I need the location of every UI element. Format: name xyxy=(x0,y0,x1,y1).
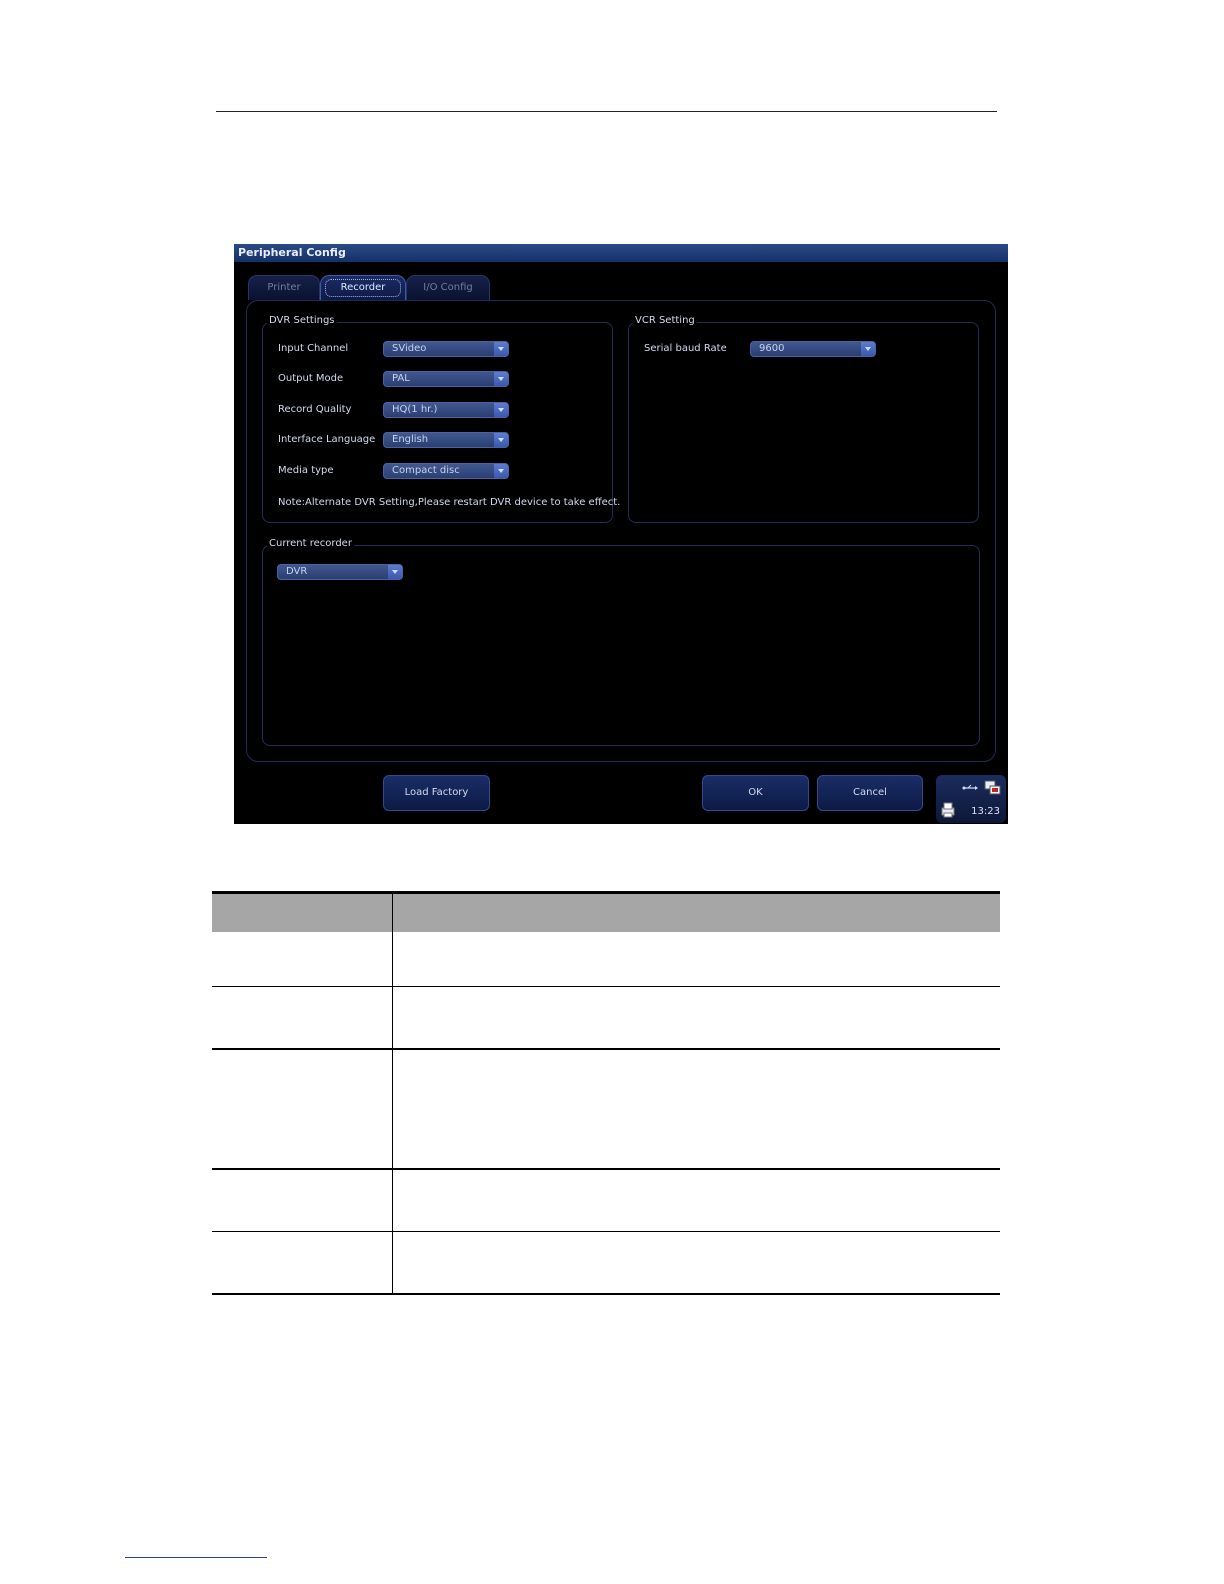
interface-language-label: Interface Language xyxy=(278,434,376,445)
system-tray: 13:23 xyxy=(936,775,1006,823)
network-icon xyxy=(984,780,1001,795)
interface-language-select[interactable]: English xyxy=(383,432,509,448)
tab-io-config-label: I/O Config xyxy=(423,282,473,293)
output-mode-value: PAL xyxy=(392,373,410,384)
vcr-setting-title: VCR Setting xyxy=(633,315,697,326)
current-recorder-value: DVR xyxy=(286,566,308,577)
chevron-down-icon[interactable] xyxy=(494,464,508,478)
table-row xyxy=(212,932,1000,987)
serial-baud-rate-select[interactable]: 9600 xyxy=(750,341,876,357)
table-bottom-rule xyxy=(212,1293,1000,1295)
window-titlebar: Peripheral Config xyxy=(234,244,1008,262)
record-quality-label: Record Quality xyxy=(278,404,352,415)
tab-printer-label: Printer xyxy=(267,282,301,293)
chevron-down-icon[interactable] xyxy=(861,342,875,356)
load-factory-button[interactable]: Load Factory xyxy=(383,775,490,811)
record-quality-select[interactable]: HQ(1 hr.) xyxy=(383,402,509,418)
output-mode-select[interactable]: PAL xyxy=(383,371,509,387)
chevron-down-icon[interactable] xyxy=(494,433,508,447)
input-channel-label: Input Channel xyxy=(278,343,349,354)
tab-recorder[interactable]: Recorder xyxy=(320,275,406,301)
dvr-note: Note:Alternate DVR Setting,Please restar… xyxy=(278,497,621,508)
interface-language-value: English xyxy=(392,434,429,445)
table-row xyxy=(212,1232,1000,1293)
dvr-settings-title: DVR Settings xyxy=(267,315,337,326)
output-mode-label: Output Mode xyxy=(278,373,344,384)
printer-icon xyxy=(941,802,955,818)
current-recorder-select[interactable]: DVR xyxy=(277,564,403,580)
input-channel-select[interactable]: SVideo xyxy=(383,341,509,357)
media-type-select[interactable]: Compact disc xyxy=(383,463,509,479)
ok-button[interactable]: OK xyxy=(702,775,809,811)
chevron-down-icon[interactable] xyxy=(494,372,508,386)
table-row xyxy=(212,1050,1000,1168)
footer-link-underline[interactable] xyxy=(125,1557,267,1558)
tab-recorder-label: Recorder xyxy=(340,282,386,293)
chevron-down-icon[interactable] xyxy=(388,565,402,579)
media-type-label: Media type xyxy=(278,465,334,476)
tab-io-config[interactable]: I/O Config xyxy=(406,275,490,300)
current-recorder-group: Current recorder DVR xyxy=(262,538,980,746)
header-rule xyxy=(216,111,997,112)
media-type-value: Compact disc xyxy=(392,465,460,476)
window-title: Peripheral Config xyxy=(238,246,346,259)
chevron-down-icon[interactable] xyxy=(494,342,508,356)
usb-icon xyxy=(962,784,978,790)
cancel-button[interactable]: Cancel xyxy=(817,775,923,811)
input-channel-value: SVideo xyxy=(392,343,427,354)
record-quality-value: HQ(1 hr.) xyxy=(392,404,438,415)
vcr-setting-group: VCR Setting Serial baud Rate 9600 xyxy=(628,315,979,523)
current-recorder-title: Current recorder xyxy=(267,538,354,549)
chevron-down-icon[interactable] xyxy=(494,403,508,417)
tray-clock: 13:23 xyxy=(971,806,1000,817)
table-row xyxy=(212,1170,1000,1231)
table-row xyxy=(212,987,1000,1048)
peripheral-config-window: Peripheral Config Printer Recorder I/O C… xyxy=(234,244,1008,824)
table-header-row xyxy=(212,894,1000,932)
dvr-settings-group: DVR Settings Input Channel SVideo Output… xyxy=(262,315,620,523)
serial-baud-rate-value: 9600 xyxy=(759,343,785,354)
recorder-panel: DVR Settings Input Channel SVideo Output… xyxy=(246,300,996,762)
serial-baud-rate-label: Serial baud Rate xyxy=(644,343,727,354)
tab-printer[interactable]: Printer xyxy=(248,275,320,300)
